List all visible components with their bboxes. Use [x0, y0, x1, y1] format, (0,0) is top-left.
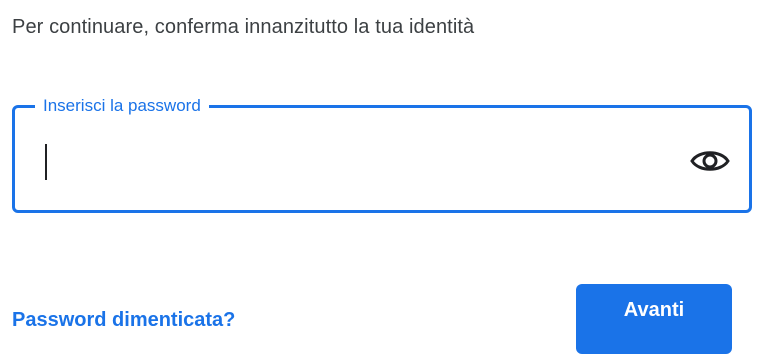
password-input[interactable] [49, 138, 653, 184]
password-field-label: Inserisci la password [35, 94, 209, 118]
next-button[interactable]: Avanti [576, 284, 732, 354]
show-password-toggle[interactable] [685, 136, 735, 186]
eye-icon [690, 151, 730, 171]
password-field[interactable]: Inserisci la password [12, 94, 752, 213]
text-caret [45, 144, 47, 180]
forgot-password-link[interactable]: Password dimenticata? [12, 306, 235, 334]
intro-text: Per continuare, conferma innanzitutto la… [12, 16, 475, 38]
